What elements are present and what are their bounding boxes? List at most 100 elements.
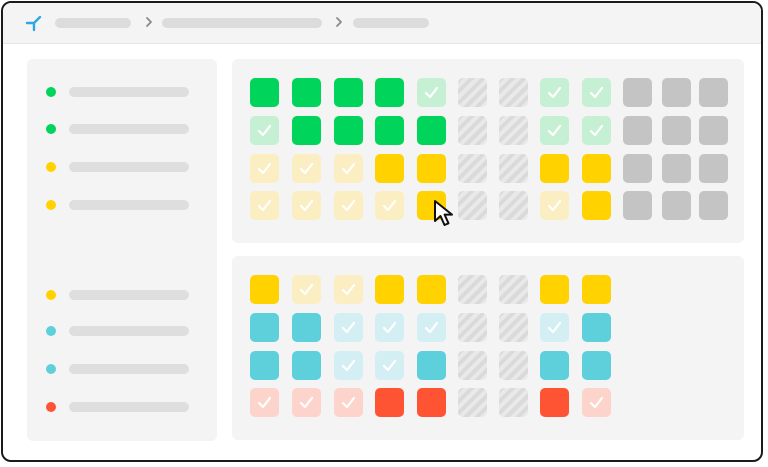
- status-cell[interactable]: [292, 116, 321, 145]
- status-cell[interactable]: [662, 191, 691, 220]
- status-cell[interactable]: [292, 313, 321, 342]
- sidebar-item-label-placeholder: [69, 200, 189, 210]
- status-cell[interactable]: [375, 154, 404, 183]
- status-cell[interactable]: [417, 313, 446, 342]
- branch-logo-icon[interactable]: [25, 14, 43, 32]
- status-cell[interactable]: [582, 78, 611, 107]
- status-cell[interactable]: [623, 154, 652, 183]
- status-cell[interactable]: [375, 191, 404, 220]
- status-cell[interactable]: [662, 78, 691, 107]
- status-cell[interactable]: [292, 388, 321, 417]
- status-cell[interactable]: [458, 78, 487, 107]
- status-cell[interactable]: [499, 116, 528, 145]
- sidebar-item[interactable]: [27, 286, 217, 304]
- status-cell[interactable]: [250, 388, 279, 417]
- status-cell[interactable]: [375, 275, 404, 304]
- status-cell[interactable]: [417, 351, 446, 380]
- status-cell[interactable]: [458, 154, 487, 183]
- status-cell[interactable]: [334, 191, 363, 220]
- status-cell[interactable]: [582, 388, 611, 417]
- status-cell[interactable]: [458, 191, 487, 220]
- sidebar-item[interactable]: [27, 322, 217, 340]
- status-cell[interactable]: [375, 78, 404, 107]
- status-cell[interactable]: [499, 154, 528, 183]
- status-cell[interactable]: [292, 154, 321, 183]
- status-cell[interactable]: [334, 351, 363, 380]
- status-cell[interactable]: [699, 78, 728, 107]
- status-cell[interactable]: [375, 313, 404, 342]
- status-cell[interactable]: [250, 78, 279, 107]
- breadcrumb-item-3[interactable]: [353, 18, 429, 28]
- status-cell[interactable]: [623, 191, 652, 220]
- status-cell[interactable]: [458, 388, 487, 417]
- status-cell[interactable]: [582, 191, 611, 220]
- status-cell[interactable]: [499, 351, 528, 380]
- status-cell[interactable]: [250, 351, 279, 380]
- sidebar-item-label-placeholder: [69, 364, 189, 374]
- status-cell[interactable]: [499, 313, 528, 342]
- status-cell[interactable]: [540, 78, 569, 107]
- status-cell[interactable]: [458, 351, 487, 380]
- status-cell[interactable]: [417, 388, 446, 417]
- status-cell[interactable]: [623, 116, 652, 145]
- status-cell[interactable]: [292, 78, 321, 107]
- status-cell[interactable]: [458, 275, 487, 304]
- status-cell[interactable]: [250, 275, 279, 304]
- status-cell[interactable]: [540, 388, 569, 417]
- breadcrumb-item-2[interactable]: [162, 18, 322, 28]
- top-status-panel: [232, 59, 744, 243]
- status-cell[interactable]: [499, 388, 528, 417]
- status-cell[interactable]: [582, 351, 611, 380]
- status-cell[interactable]: [540, 313, 569, 342]
- status-cell[interactable]: [540, 275, 569, 304]
- status-cell[interactable]: [699, 191, 728, 220]
- status-cell[interactable]: [623, 78, 652, 107]
- status-cell[interactable]: [292, 191, 321, 220]
- sidebar-item[interactable]: [27, 120, 217, 138]
- status-cell[interactable]: [662, 154, 691, 183]
- status-cell[interactable]: [417, 154, 446, 183]
- status-cell[interactable]: [699, 154, 728, 183]
- status-cell[interactable]: [540, 154, 569, 183]
- status-cell[interactable]: [417, 275, 446, 304]
- status-cell[interactable]: [250, 313, 279, 342]
- status-cell[interactable]: [582, 154, 611, 183]
- status-cell[interactable]: [250, 116, 279, 145]
- sidebar-item[interactable]: [27, 398, 217, 416]
- status-cell[interactable]: [582, 275, 611, 304]
- status-cell[interactable]: [540, 116, 569, 145]
- status-cell[interactable]: [417, 116, 446, 145]
- status-cell[interactable]: [582, 116, 611, 145]
- sidebar-item[interactable]: [27, 158, 217, 176]
- status-cell[interactable]: [334, 116, 363, 145]
- check-icon: [547, 86, 562, 99]
- status-cell[interactable]: [334, 313, 363, 342]
- status-cell[interactable]: [375, 116, 404, 145]
- status-cell[interactable]: [662, 116, 691, 145]
- status-cell[interactable]: [250, 191, 279, 220]
- status-cell[interactable]: [499, 191, 528, 220]
- status-cell[interactable]: [334, 275, 363, 304]
- status-cell[interactable]: [417, 78, 446, 107]
- check-icon: [424, 321, 439, 334]
- status-cell[interactable]: [699, 116, 728, 145]
- status-cell[interactable]: [540, 351, 569, 380]
- status-cell[interactable]: [375, 388, 404, 417]
- status-cell[interactable]: [458, 313, 487, 342]
- status-cell[interactable]: [292, 275, 321, 304]
- status-cell[interactable]: [250, 154, 279, 183]
- status-cell[interactable]: [334, 388, 363, 417]
- breadcrumb-item-1[interactable]: [55, 18, 131, 28]
- status-cell[interactable]: [334, 154, 363, 183]
- sidebar-item[interactable]: [27, 196, 217, 214]
- status-cell[interactable]: [334, 78, 363, 107]
- status-cell[interactable]: [375, 351, 404, 380]
- status-cell[interactable]: [540, 191, 569, 220]
- status-cell[interactable]: [292, 351, 321, 380]
- sidebar-item[interactable]: [27, 360, 217, 378]
- sidebar-item[interactable]: [27, 83, 217, 101]
- status-cell[interactable]: [499, 78, 528, 107]
- status-cell[interactable]: [582, 313, 611, 342]
- status-cell[interactable]: [458, 116, 487, 145]
- status-cell[interactable]: [499, 275, 528, 304]
